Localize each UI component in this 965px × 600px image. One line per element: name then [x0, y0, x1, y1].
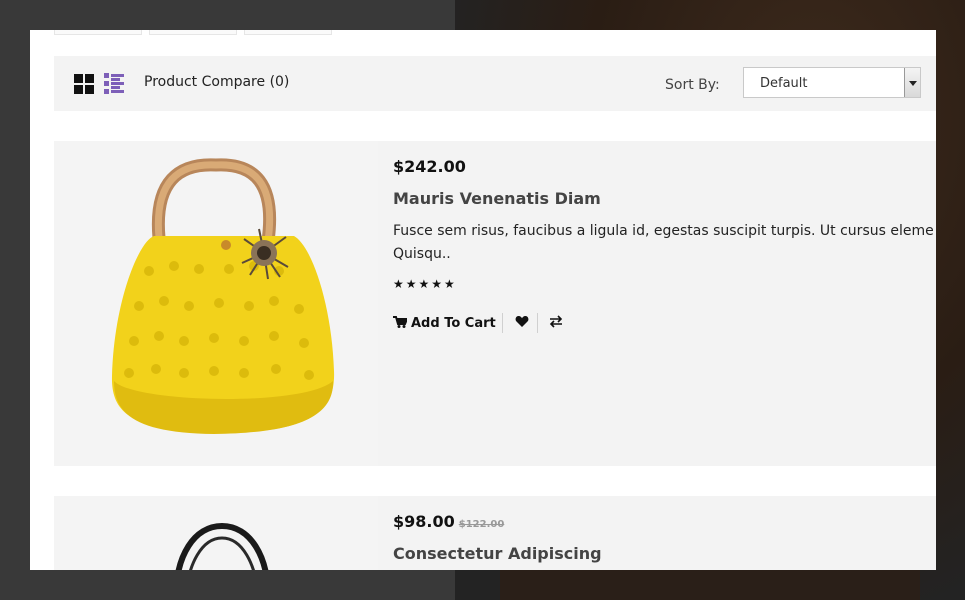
product-price: $98.00 $122.00: [393, 512, 504, 531]
top-tab[interactable]: [54, 30, 142, 35]
yellow-crochet-bag-image: [111, 158, 335, 434]
top-tab[interactable]: [149, 30, 237, 35]
top-tab[interactable]: [244, 30, 332, 35]
product-image[interactable]: [54, 496, 378, 570]
star-rating: ★★★★★: [393, 277, 457, 291]
product-name[interactable]: Consectetur Adipiscing: [393, 544, 602, 563]
product-name[interactable]: Mauris Venenatis Diam: [393, 189, 601, 208]
background-image-bottom: [500, 570, 920, 600]
listing-toolbar: Product Compare (0) Sort By: Default: [54, 56, 936, 111]
action-divider: [502, 313, 503, 333]
product-item: $98.00 $122.00 Consectetur Adipiscing: [54, 496, 936, 570]
product-listing-panel: Product Compare (0) Sort By: Default $24…: [30, 30, 936, 570]
list-view-icon[interactable]: [104, 73, 126, 95]
product-item: $242.00 Mauris Venenatis Diam Fusce sem …: [54, 141, 936, 466]
product-description-line: Fusce sem risus, faucibus a ligula id, e…: [393, 223, 934, 239]
product-image[interactable]: [54, 141, 378, 466]
action-divider: [537, 313, 538, 333]
grid-view-icon[interactable]: [74, 74, 94, 94]
sort-select[interactable]: Default: [743, 67, 921, 98]
sort-selected-value: Default: [760, 76, 808, 91]
cart-icon: [393, 316, 409, 328]
product-price: $242.00: [393, 157, 466, 176]
add-to-cart-label: Add To Cart: [411, 316, 496, 331]
product-compare-link[interactable]: Product Compare (0): [144, 74, 289, 90]
product-price-value: $98.00: [393, 512, 455, 531]
sort-by-label: Sort By:: [665, 77, 720, 93]
add-to-cart-button[interactable]: Add To Cart: [393, 316, 496, 331]
dropdown-arrow-icon[interactable]: [904, 68, 920, 97]
black-handbag-image: [175, 522, 269, 570]
exchange-icon[interactable]: [549, 315, 563, 332]
product-description-line: Quisqu..: [393, 246, 451, 262]
product-old-price: $122.00: [458, 519, 505, 530]
product-description: Fusce sem risus, faucibus a ligula id, e…: [393, 220, 936, 266]
heart-icon[interactable]: [515, 314, 529, 332]
